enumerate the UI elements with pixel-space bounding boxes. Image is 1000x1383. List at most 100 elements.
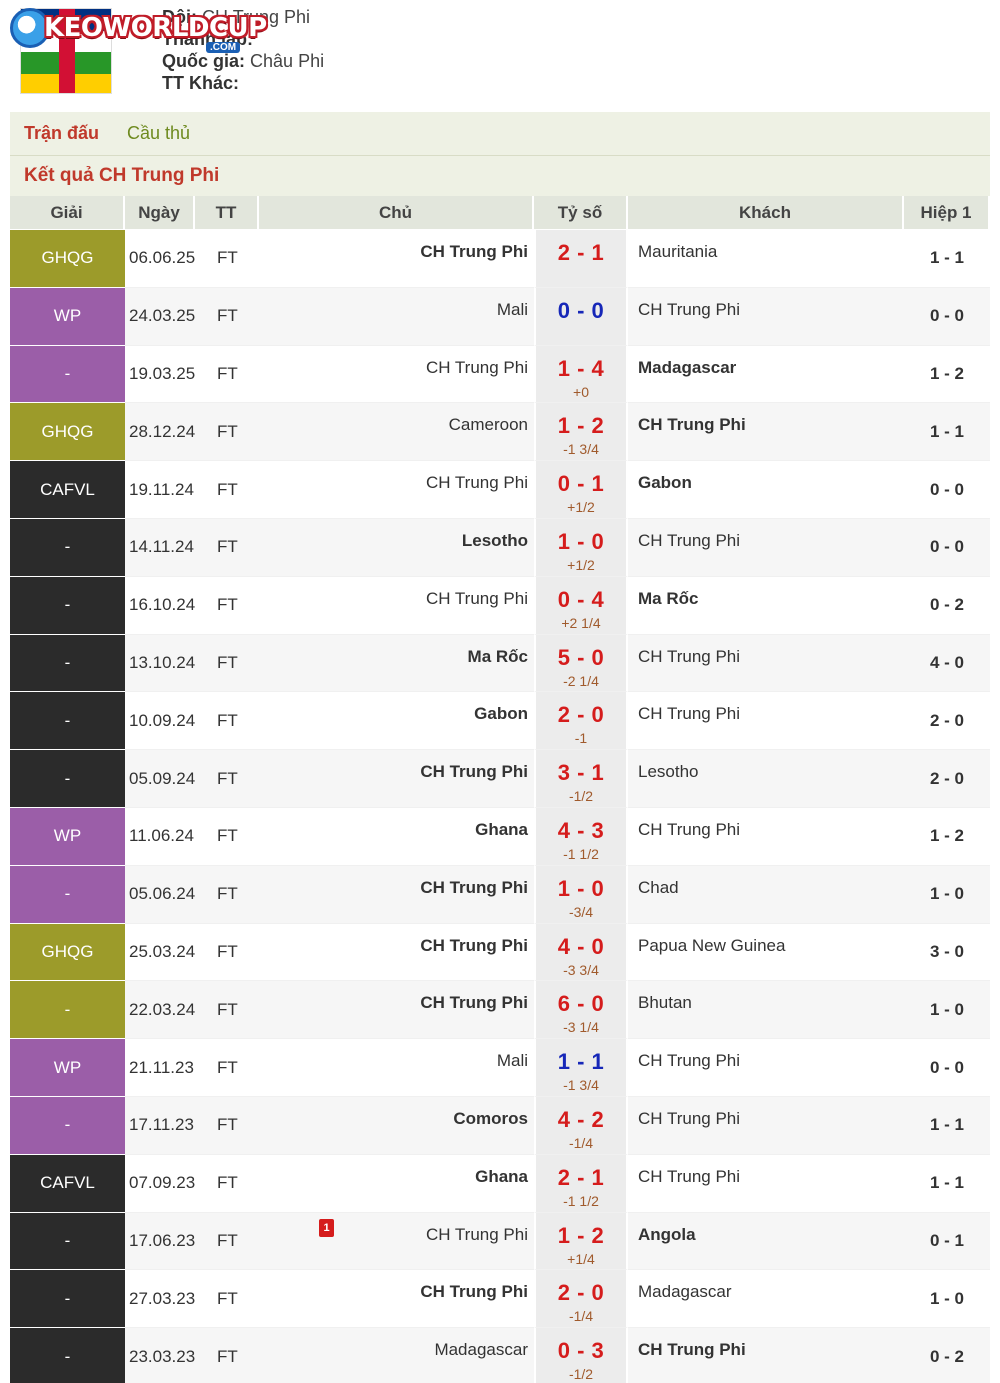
home-team[interactable]: Ghana [475,820,528,839]
home-team[interactable]: CH Trung Phi [420,936,528,955]
away-team-cell[interactable]: Lesotho [628,750,904,808]
away-team-cell[interactable]: Ma Rốc [628,577,904,635]
league-badge[interactable]: WP [10,807,125,866]
home-team[interactable]: Ghana [475,1167,528,1186]
away-team[interactable]: CH Trung Phi [638,1167,740,1186]
home-team[interactable]: Ma Rốc [468,647,528,666]
league-badge[interactable]: GHQG [10,923,125,982]
score-cell[interactable]: 0 - 1 +1/2 [534,461,628,519]
league-badge[interactable]: CAFVL [10,1154,125,1213]
league-badge[interactable]: WP [10,1039,125,1097]
away-team-cell[interactable]: Mauritania [628,230,904,288]
away-team[interactable]: CH Trung Phi [638,647,740,666]
away-team-cell[interactable]: Chad [628,865,904,924]
table-row[interactable]: GHQG 28.12.24 FT Cameroon 1 - 2 -1 3/4 CH Trun… [10,403,990,462]
away-team-cell[interactable]: Bhutan [628,981,904,1040]
home-team-cell[interactable]: Mali [259,287,534,346]
home-team-cell[interactable]: Gabon [259,692,534,751]
league-badge[interactable]: - [10,634,125,693]
final-score[interactable]: 4 - 0 [536,934,626,960]
final-score[interactable]: 4 - 2 [536,1107,626,1133]
league-badge[interactable]: - [10,692,125,751]
away-team[interactable]: CH Trung Phi [638,300,740,319]
away-team-cell[interactable]: CH Trung Phi [628,1155,904,1213]
home-team[interactable]: Cameroon [449,415,528,434]
home-team-cell[interactable]: CH Trung Phi [259,230,534,288]
away-team[interactable]: Bhutan [638,993,692,1012]
table-row[interactable]: -23.03.23 FT Madagascar 0 - 3 -1/2 CH Trung P… [10,1328,990,1383]
away-team[interactable]: CH Trung Phi [638,531,740,550]
table-row[interactable]: WP 24.03.25 FT Mali 0 - 0 CH Trung Phi 0 - 0 [10,287,990,346]
home-team[interactable]: Mali [497,300,528,319]
table-row[interactable]: -05.09.24 FT CH Trung Phi 3 - 1 -1/2 Lesotho 2… [10,750,990,808]
score-cell[interactable]: 4 - 2 -1/4 [534,1096,628,1155]
score-cell[interactable]: 2 - 0 -1 [534,692,628,751]
score-cell[interactable]: 1 - 2 +1/4 [534,1212,628,1271]
away-team-cell[interactable]: Madagascar [628,346,904,404]
table-row[interactable]: -16.10.24 FT CH Trung Phi 0 - 4 +2 1/4 Ma Rốc… [10,576,990,635]
final-score[interactable]: 1 - 2 [536,413,626,439]
table-row[interactable]: WP 11.06.24 FT Ghana 4 - 3 -1 1/2 CH Trung Phi… [10,807,990,866]
league-badge[interactable]: WP [10,287,125,346]
table-row[interactable]: -13.10.24 FT Ma Rốc 5 - 0 -2 1/4 CH Trung Phi… [10,634,990,693]
home-team-cell[interactable]: Ghana [259,808,534,866]
home-team[interactable]: Gabon [474,704,528,723]
final-score[interactable]: 1 - 0 [536,529,626,555]
final-score[interactable]: 2 - 1 [536,240,626,266]
table-row[interactable]: CAFVL 19.11.24 FT CH Trung Phi 0 - 1 +1/2 Gabo… [10,461,990,519]
away-team[interactable]: Madagascar [638,1282,732,1301]
score-cell[interactable]: 1 - 0 +1/2 [534,518,628,577]
away-team-cell[interactable]: Papua New Guinea [628,924,904,982]
final-score[interactable]: 0 - 0 [536,298,626,324]
final-score[interactable]: 2 - 0 [536,1280,626,1306]
home-team[interactable]: Lesotho [462,531,528,550]
table-row[interactable]: -17.11.23 FT Comoros 4 - 2 -1/4 CH Trung Phi 1… [10,1096,990,1155]
final-score[interactable]: 1 - 2 [536,1223,626,1249]
away-team[interactable]: Lesotho [638,762,699,781]
score-cell[interactable]: 2 - 1 [534,230,628,288]
league-badge[interactable]: - [10,1096,125,1155]
table-row[interactable]: WP 21.11.23 FT Mali 1 - 1 -1 3/4 CH Trung Phi 0… [10,1039,990,1097]
final-score[interactable]: 0 - 3 [536,1338,626,1364]
home-team[interactable]: CH Trung Phi [420,878,528,897]
away-team[interactable]: CH Trung Phi [638,1109,740,1128]
score-cell[interactable]: 1 - 2 -1 3/4 [534,403,628,462]
home-team-cell[interactable]: CH Trung Phi [259,346,534,404]
score-cell[interactable]: 4 - 3 -1 1/2 [534,807,628,866]
league-badge[interactable]: - [10,518,125,577]
score-cell[interactable]: 6 - 0 -3 1/4 [534,981,628,1040]
league-badge[interactable]: - [10,1270,125,1329]
final-score[interactable]: 1 - 0 [536,876,626,902]
home-team-cell[interactable]: Cameroon [259,403,534,462]
table-row[interactable]: GHQG 25.03.24 FT CH Trung Phi 4 - 0 -3 3/4 Pap… [10,923,990,982]
home-team-cell[interactable]: Ghana [259,1155,534,1213]
home-team-cell[interactable]: CH Trung Phi [259,924,534,982]
tab-matches[interactable]: Trận đấu [10,123,113,144]
table-row[interactable]: -10.09.24 FT Gabon 2 - 0 -1 CH Trung Phi 2 - 0 [10,692,990,751]
home-team[interactable]: CH Trung Phi [426,589,528,608]
home-team-cell[interactable]: Mali [259,1039,534,1097]
away-team-cell[interactable]: Gabon [628,461,904,519]
away-team[interactable]: Chad [638,878,679,897]
score-cell[interactable]: 1 - 1 -1 3/4 [534,1039,628,1097]
score-cell[interactable]: 3 - 1 -1/2 [534,750,628,808]
home-team[interactable]: Comoros [453,1109,528,1128]
away-team[interactable]: Gabon [638,473,692,492]
away-team-cell[interactable]: Angola [628,1212,904,1271]
league-badge[interactable]: - [10,750,125,808]
league-badge[interactable]: CAFVL [10,461,125,519]
final-score[interactable]: 1 - 1 [536,1049,626,1075]
score-cell[interactable]: 4 - 0 -3 3/4 [534,923,628,982]
home-team-cell[interactable]: Comoros [259,1096,534,1155]
away-team-cell[interactable]: CH Trung Phi [628,1039,904,1097]
league-badge[interactable]: GHQG [10,403,125,462]
home-team-cell[interactable]: Ma Rốc [259,634,534,693]
site-logo[interactable]: KEOWORLDCUP .COM [10,6,267,53]
table-row[interactable]: GHQG 06.06.25 FT CH Trung Phi 2 - 1 Mauritani… [10,230,990,288]
away-team-cell[interactable]: CH Trung Phi [628,634,904,693]
final-score[interactable]: 0 - 4 [536,587,626,613]
table-row[interactable]: -19.03.25 FT CH Trung Phi 1 - 4 +0 Madagascar… [10,345,990,404]
final-score[interactable]: 2 - 0 [536,702,626,728]
league-badge[interactable]: - [10,576,125,635]
home-team-cell[interactable]: CH Trung Phi [259,865,534,924]
